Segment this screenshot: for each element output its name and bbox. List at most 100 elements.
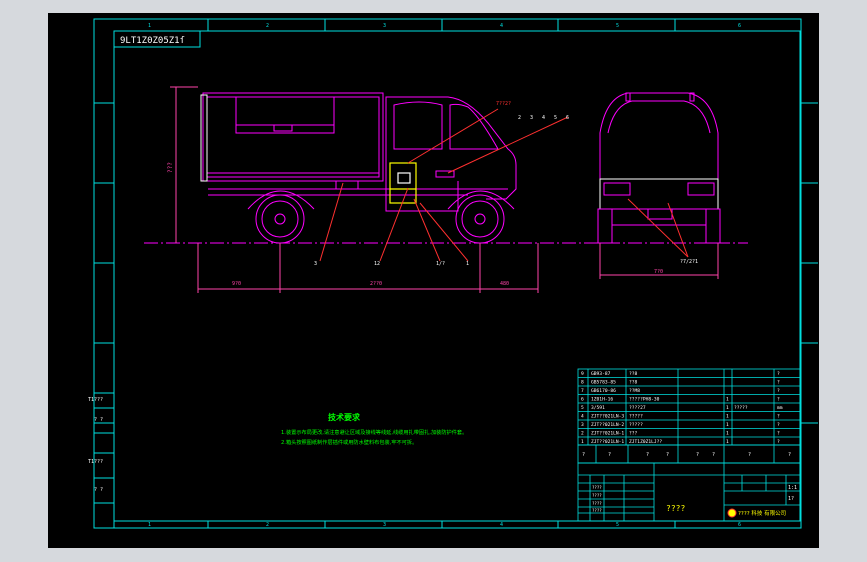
parts-cell-note: ?: [777, 380, 780, 386]
zone-bottom-1: 1: [148, 522, 151, 528]
parts-cell-name: ??M8: [629, 388, 640, 394]
parts-cell-name: ?????: [629, 422, 643, 428]
drawing-svg: 1 2 3 4 5 6 1 2 3 4 5 6 9LT1Z0Z05Z1ſ T1?…: [88, 18, 818, 529]
parts-cell-qty: 1: [726, 439, 729, 445]
truck-side-view: [200, 92, 517, 244]
drawing-title: ????: [666, 504, 685, 513]
callout-side-2: 12: [374, 261, 380, 267]
zone-top-2: 2: [266, 23, 269, 29]
parts-cell-note: ?: [777, 431, 780, 437]
parts-header-7: ?: [748, 452, 751, 458]
parts-cell-note: ?: [777, 439, 780, 445]
parts-header-1: ?: [582, 452, 585, 458]
sign-row-4: ????: [592, 508, 602, 513]
sign-row-1: ????: [592, 485, 602, 490]
tech-req-line-1: 1.装置示布局更改,请注意避让区域及接线等线延,线缆用扎带固扎,加装防护件套。: [281, 428, 467, 436]
sheet-value: 1?: [788, 496, 794, 502]
zone-bottom-4: 4: [500, 522, 503, 528]
parts-header-6: ?: [712, 452, 715, 458]
leader-lines-rear: [627, 198, 689, 258]
callout-side-1: 3: [314, 261, 317, 267]
parts-cell-name: ZJT1Z0Z1LJ??: [629, 439, 662, 445]
parts-cell-code: GB93-87: [591, 371, 611, 377]
parts-cell-name: ??8: [629, 380, 638, 386]
cad-drawing-canvas: 1 2 3 4 5 6 1 2 3 4 5 6 9LT1Z0Z05Z1ſ T1?…: [48, 13, 819, 548]
zone-top-5: 5: [616, 23, 619, 29]
length-dimensions: [197, 243, 539, 293]
parts-cell-no: 8: [581, 380, 584, 386]
callout-side-4: 1: [466, 261, 469, 267]
height-dimension: [170, 86, 198, 243]
parts-cell-no: 7: [581, 388, 584, 394]
parts-cell-name: ?????: [629, 414, 643, 420]
callout-tr-4: 4: [542, 115, 545, 121]
parts-cell-qty: 1: [726, 405, 729, 411]
zone-bottom-2: 2: [266, 522, 269, 528]
side-label-4: ? ?: [94, 487, 103, 493]
height-dim-text: ???: [167, 162, 174, 173]
dim-wheelbase: 2??0: [370, 281, 382, 287]
sign-row-3: ????: [592, 501, 602, 506]
callout-rear: ?7/2?1: [680, 259, 698, 265]
dim-front-overhang: 9?0: [232, 281, 241, 287]
parts-cell-code: ZJT??021LN-1: [591, 431, 624, 437]
zone-top-1: 1: [148, 23, 151, 29]
parts-header-5: ?: [696, 452, 699, 458]
parts-header: ? ? ? ? ? ? ? ?: [582, 452, 791, 458]
parts-cell-code: 1Z01H-16: [591, 397, 613, 403]
side-label-2: ? ?: [94, 417, 103, 423]
company-logo: [727, 508, 737, 518]
parts-cell-note: ?: [777, 388, 780, 394]
callout-tr-6: 6: [566, 115, 569, 121]
parts-cell-no: 2: [581, 431, 584, 437]
parts-cell-name: ???: [629, 431, 638, 437]
callout-tr-3: 3: [530, 115, 533, 121]
tech-req-line-2: 2.箱头按照图纸制作层插件或用防水壁料布包装,牢不可拆。: [281, 438, 417, 446]
zone-top-3: 3: [383, 23, 386, 29]
parts-cell-code: ZJT??021LN-1: [591, 439, 624, 445]
parts-cell-name: ??8: [629, 371, 638, 377]
parts-cell-code: GB5783-85: [591, 380, 616, 386]
company-name: ???? 科技 有限公司: [738, 509, 786, 517]
parts-header-4: ?: [666, 452, 669, 458]
zone-bottom-5: 5: [616, 522, 619, 528]
dim-rear-overhang: 480: [500, 281, 509, 287]
parts-cell-qty: 1: [726, 431, 729, 437]
callout-side-3: 1/?: [436, 261, 445, 267]
parts-cell-qty: 1: [726, 422, 729, 428]
scale-value: 1:1: [788, 485, 797, 491]
truck-rear-view: [597, 92, 721, 244]
side-label-1: T1???: [88, 397, 103, 403]
sign-row-2: ????: [592, 493, 602, 498]
callout-top-left: 7??2?: [496, 101, 511, 107]
parts-extra-tag: ?????: [734, 405, 748, 411]
zone-bottom-3: 3: [383, 522, 386, 528]
parts-cell-name: ?????PH8-30: [629, 397, 660, 403]
parts-cell-no: 5: [581, 405, 584, 411]
highlight-component: [389, 162, 417, 204]
parts-cell-note: ?: [777, 414, 780, 420]
parts-cell-code: ZJT??021LN-3: [591, 414, 624, 420]
parts-cell-qty: 1: [726, 397, 729, 403]
parts-header-2: ?: [608, 452, 611, 458]
side-label-3: T1???: [88, 459, 103, 465]
parts-cell-note: ?: [777, 422, 780, 428]
parts-cell-code: GB6170-86: [591, 388, 616, 394]
leader-lines-side: [319, 108, 569, 262]
parts-cell-qty: 1: [726, 414, 729, 420]
tech-req-title: 技术要求: [328, 412, 361, 422]
parts-cell-note: ?: [777, 371, 780, 377]
parts-cell-no: 6: [581, 397, 584, 403]
parts-cell-no: 3: [581, 422, 584, 428]
callout-tr-2: 2: [518, 115, 521, 121]
parts-cell-note: mm: [777, 406, 783, 411]
parts-header-3: ?: [646, 452, 649, 458]
parts-cell-note: ?: [777, 397, 780, 403]
callout-tr-5: 5: [554, 115, 557, 121]
zone-top-6: 6: [738, 23, 741, 29]
parts-cell-no: 4: [581, 414, 584, 420]
zone-bottom-6: 6: [738, 522, 741, 528]
parts-header-8: ?: [788, 452, 791, 458]
dim-track: 7?0: [654, 269, 663, 275]
drawing-code: 9LT1Z0Z05Z1ſ: [120, 36, 185, 46]
